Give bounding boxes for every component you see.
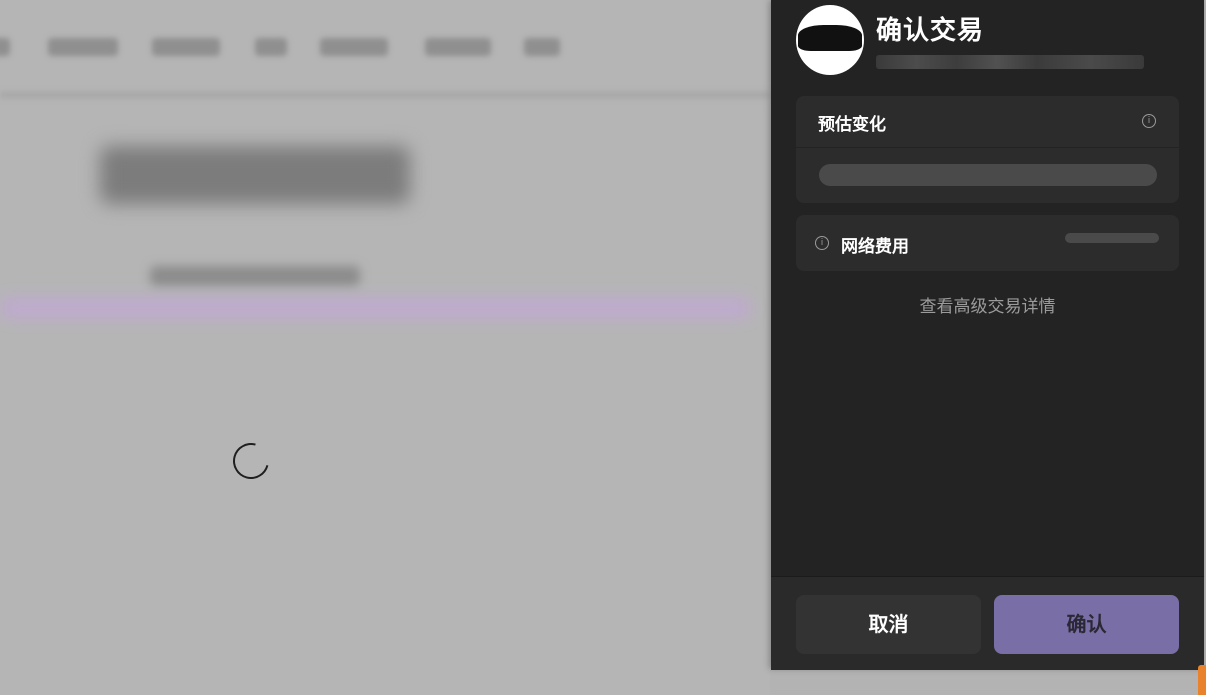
- avatar-shape: [798, 25, 862, 51]
- background-nav-item: [48, 38, 118, 56]
- cancel-button[interactable]: 取消: [796, 595, 981, 654]
- background-divider: [0, 92, 770, 98]
- background-nav-item: [425, 38, 491, 56]
- page-title: 确认交易: [876, 16, 985, 46]
- background-accent-bar: [0, 298, 750, 318]
- estimated-changes-label: 预估变化: [818, 115, 886, 135]
- network-fee-skeleton: [1065, 233, 1159, 243]
- background-nav-item: [255, 38, 287, 56]
- estimated-changes-header: 预估变化 i: [796, 96, 1179, 148]
- redacted-origin: [876, 55, 1144, 69]
- background-page: [0, 0, 770, 695]
- estimated-changes-skeleton: [819, 164, 1157, 186]
- background-subtitle: [150, 266, 360, 286]
- background-heading: [100, 146, 410, 204]
- background-nav-item: [0, 38, 10, 56]
- panel-footer: 取消 确认: [771, 576, 1204, 670]
- network-fee-card: i 网络费用: [796, 215, 1179, 271]
- background-nav-item: [152, 38, 220, 56]
- site-avatar: [796, 5, 864, 75]
- background-nav: [0, 0, 770, 95]
- info-icon[interactable]: i: [815, 236, 829, 250]
- info-icon[interactable]: i: [1142, 114, 1156, 128]
- confirm-button[interactable]: 确认: [994, 595, 1179, 654]
- corner-badge: [1198, 665, 1206, 695]
- loading-spinner-icon: [226, 436, 276, 486]
- confirm-transaction-panel: 确认交易 预估变化 i i 网络费用 查看高级交易详情 取消 确认: [771, 0, 1204, 670]
- background-nav-item: [524, 38, 560, 56]
- estimated-changes-card: 预估变化 i: [796, 96, 1179, 203]
- advanced-details-link[interactable]: 查看高级交易详情: [771, 292, 1204, 317]
- background-nav-item: [320, 38, 388, 56]
- network-fee-label: 网络费用: [841, 237, 909, 257]
